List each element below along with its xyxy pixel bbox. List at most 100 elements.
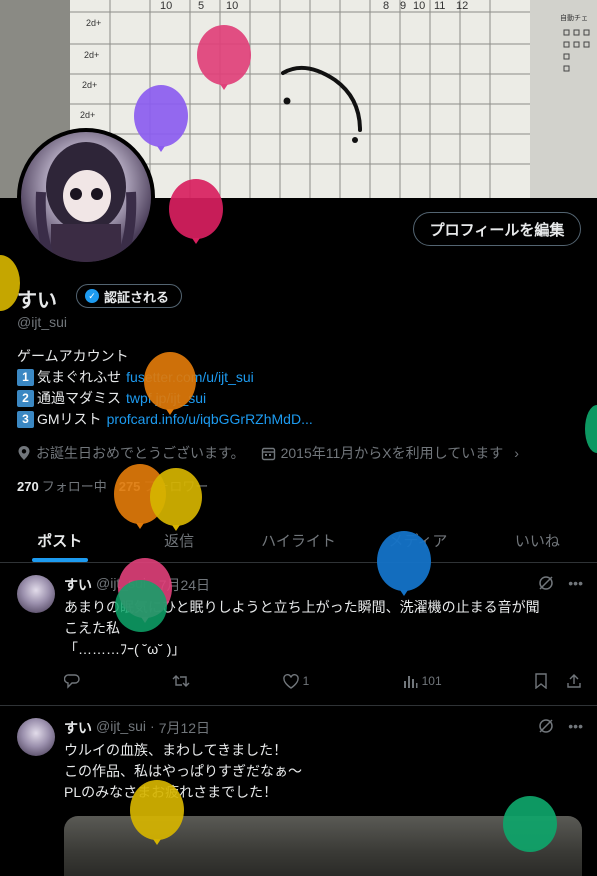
post-separator: · <box>150 575 155 591</box>
post-text-line: こえた私 <box>64 620 120 636</box>
verified-badge[interactable]: ✓ 認証される <box>76 284 183 308</box>
location-pin-icon <box>18 446 30 460</box>
verified-check-icon: ✓ <box>85 289 99 303</box>
tab-media[interactable]: メディア <box>358 518 477 562</box>
post-actions: 1 101 <box>64 673 582 689</box>
banner-grid-number: 8 <box>383 0 389 12</box>
chevron-right-icon: › <box>514 445 519 461</box>
post-header: すい @ijt_sui · 7月12日 <box>64 718 210 738</box>
verified-label: 認証される <box>104 289 170 305</box>
bio-line-text: GMリスト <box>37 411 102 427</box>
tab-posts[interactable]: ポスト <box>0 518 119 562</box>
banner-grid-number: 10 <box>226 0 238 12</box>
birthday-item: お誕生日おめでとうございます。 <box>17 443 245 463</box>
banner-row-label: 2d+ <box>86 18 101 28</box>
post-separator: · <box>150 718 155 734</box>
keycap-number-icon: 3 <box>17 411 34 428</box>
bio-title: ゲームアカウント <box>17 348 129 364</box>
more-options-icon[interactable]: ••• <box>568 718 583 734</box>
post[interactable]: すい @ijt_sui · 7月12日 ••• ウルイの血族、まわしてきました！… <box>0 706 597 876</box>
repost-button[interactable] <box>172 673 190 689</box>
post-avatar[interactable] <box>17 575 55 613</box>
joined-item[interactable]: 2015年11月からXを利用しています › <box>261 443 519 463</box>
bio-line: 2 通過マダミス twpf.jp/ijt_sui <box>17 388 313 409</box>
balloon-icon <box>585 405 597 453</box>
birthday-text: お誕生日おめでとうございます。 <box>36 445 245 461</box>
tab-replies[interactable]: 返信 <box>119 518 238 562</box>
followers-link[interactable]: 275 フォロワー <box>119 476 209 495</box>
tab-likes[interactable]: いいね <box>478 518 597 562</box>
post-author-name[interactable]: すい <box>64 575 92 595</box>
post-text-line: PLのみなさまお疲れさまでした！ <box>64 784 278 800</box>
post-text-line: ウルイの血族、まわしてきました！ <box>64 742 288 758</box>
edit-profile-button[interactable]: プロフィールを編集 <box>413 212 581 246</box>
post-media-image[interactable] <box>64 816 582 876</box>
post-header: すい @ijt_sui · 7月24日 <box>64 575 210 595</box>
post-author-handle[interactable]: @ijt_sui <box>96 575 146 595</box>
profile-name: すい <box>17 290 57 312</box>
post-extra-actions <box>534 673 582 689</box>
post-avatar[interactable] <box>17 718 55 756</box>
profile-handle: @ijt_sui <box>17 314 68 330</box>
profile-bio: ゲームアカウント 1 気まぐれふせ fusetter.com/u/ijt_sui… <box>17 346 313 430</box>
post-text-line: 「………ﾌｰ( ˘ω˘ )」 <box>64 641 186 657</box>
post-date[interactable]: 7月12日 <box>159 718 210 738</box>
bio-line-text: 気まぐれふせ <box>37 369 122 385</box>
bio-line-text: 通過マダミス <box>37 390 121 406</box>
follow-stats: 270 フォロー中 275 フォロワー <box>17 476 208 495</box>
post-text: ウルイの血族、まわしてきました！ この作品、私はやっぱりすぎだなぁ～ PLのみな… <box>64 740 584 803</box>
bio-link[interactable]: fusetter.com/u/ijt_sui <box>126 367 254 388</box>
avatar-illustration <box>35 142 137 262</box>
joined-text: 2015年11月からXを利用しています <box>280 445 504 461</box>
keycap-number-icon: 1 <box>17 369 34 386</box>
post-date[interactable]: 7月24日 <box>159 575 210 595</box>
views-chart-icon <box>403 675 418 688</box>
banner-grid-number: 10 <box>413 0 425 12</box>
banner-row-label: 2d+ <box>80 110 95 120</box>
banner-grid-number: 5 <box>198 0 204 12</box>
views-count: 101 <box>421 674 442 688</box>
profile-avatar[interactable] <box>17 128 155 266</box>
grok-icon[interactable] <box>538 575 554 591</box>
repost-icon <box>172 675 190 687</box>
reply-icon <box>64 674 80 689</box>
followers-count: 275 <box>118 479 141 494</box>
bio-line: 3 GMリスト profcard.info/u/iqbGGrRZhMdD... <box>17 409 313 430</box>
views-button[interactable]: 101 <box>402 673 442 689</box>
grok-icon[interactable] <box>538 718 554 734</box>
heart-icon <box>282 673 299 689</box>
bookmark-icon[interactable] <box>534 673 548 689</box>
share-icon[interactable] <box>566 673 582 689</box>
following-label: フォロー中 <box>41 479 107 494</box>
banner-grid-number: 10 <box>160 0 172 12</box>
following-link[interactable]: 270 フォロー中 <box>17 476 107 495</box>
banner-grid-number: 9 <box>400 0 406 12</box>
bio-link[interactable]: profcard.info/u/iqbGGrRZhMdD... <box>107 409 313 430</box>
post-text: あまりの眠気にひと眠りしようと立ち上がった瞬間、洗濯機の止まる音が聞 こえた私 … <box>64 597 584 660</box>
calendar-icon <box>261 447 275 460</box>
banner-grid-number: 12 <box>456 0 468 12</box>
reply-button[interactable] <box>64 673 80 689</box>
tab-highlights[interactable]: ハイライト <box>239 518 358 562</box>
like-count: 1 <box>302 674 310 688</box>
keycap-number-icon: 2 <box>17 390 34 407</box>
banner-row-label: 2d+ <box>82 80 97 90</box>
post[interactable]: すい @ijt_sui · 7月24日 ••• あまりの眠気にひと眠りしようと立… <box>0 563 597 706</box>
banner-row-label: 2d+ <box>84 50 99 60</box>
post-tools: ••• <box>538 718 583 734</box>
like-button[interactable]: 1 <box>282 673 310 689</box>
bio-link[interactable]: twpf.jp/ijt_sui <box>126 388 206 409</box>
banner-side-label: 自動チェ <box>560 13 588 22</box>
post-tools: ••• <box>538 575 583 591</box>
following-count: 270 <box>17 479 39 494</box>
post-text-line: この作品、私はやっぱりすぎだなぁ～ <box>64 763 302 779</box>
post-author-handle[interactable]: @ijt_sui <box>96 718 146 738</box>
post-author-name[interactable]: すい <box>64 718 92 738</box>
profile-meta: お誕生日おめでとうございます。 2015年11月からXを利用しています › <box>17 443 519 463</box>
followers-label: フォロワー <box>143 479 209 494</box>
more-options-icon[interactable]: ••• <box>568 575 583 591</box>
bio-line: 1 気まぐれふせ fusetter.com/u/ijt_sui <box>17 367 313 388</box>
post-text-line: あまりの眠気にひと眠りしようと立ち上がった瞬間、洗濯機の止まる音が聞 <box>64 599 540 615</box>
banner-grid-number: 11 <box>434 0 445 12</box>
profile-tabs: ポスト 返信 ハイライト メディア いいね <box>0 518 597 563</box>
